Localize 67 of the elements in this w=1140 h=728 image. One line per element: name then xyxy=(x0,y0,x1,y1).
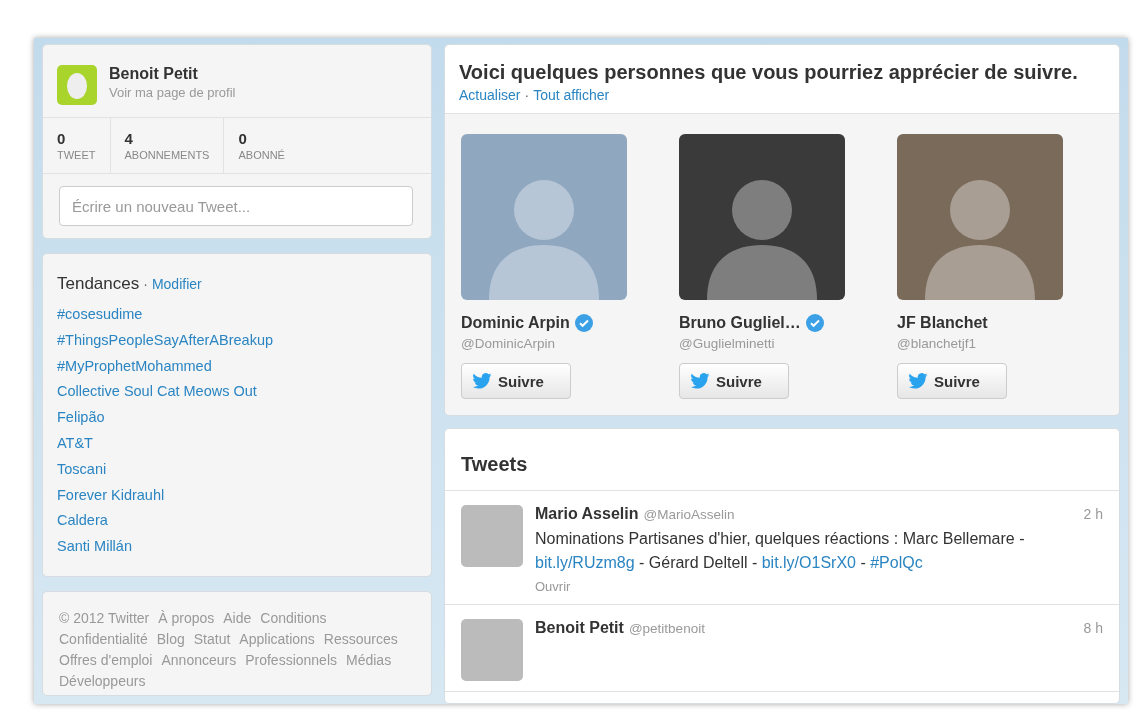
stat-value: 4 xyxy=(124,130,134,147)
stat-label: TWEET xyxy=(57,149,96,161)
suggestions-title: Voici quelques personnes que vous pourriez apprécier de suivre. xyxy=(459,60,1079,85)
compose-field[interactable]: Écrire un nouveau Tweet... xyxy=(59,186,413,226)
follow-button[interactable]: Suivre xyxy=(679,363,789,399)
tweet-time: 2 h xyxy=(1083,506,1103,522)
stat-label: ABONNÉ xyxy=(238,149,285,161)
tweet-handle: @petitbenoit xyxy=(628,621,705,636)
tweets-title: Tweets xyxy=(445,429,1119,491)
trend-link[interactable]: #cosesudime xyxy=(57,302,417,328)
footer-link[interactable]: Développeurs xyxy=(59,672,146,689)
trend-link[interactable]: Felipão xyxy=(57,405,417,431)
trends-title: Tendances xyxy=(57,274,140,294)
footer-link[interactable]: Médias xyxy=(346,651,392,668)
trend-link[interactable]: Forever Kidrauhl xyxy=(57,482,417,509)
tweet-link[interactable]: bit.ly/O1SrX0 xyxy=(761,554,856,571)
avatar-placeholder xyxy=(461,505,523,567)
tweet-link[interactable]: bit.ly/RUzm8g xyxy=(535,554,635,571)
refresh-link[interactable]: Actualiser xyxy=(459,87,521,103)
tweet-time: 8 h xyxy=(1083,620,1103,636)
tweet-author[interactable]: Mario Asselin xyxy=(535,505,639,523)
tweet-author[interactable]: Benoit Petit xyxy=(535,619,624,637)
edit-link[interactable]: Modifier xyxy=(151,276,202,292)
person-handle: @DominicArpin xyxy=(461,336,556,351)
stat-value: 0 xyxy=(238,130,248,147)
footer-link[interactable]: Annonceurs xyxy=(161,651,237,668)
stat-label: ABONNEMENTS xyxy=(124,149,210,161)
show-all-link[interactable]: Tout afficher xyxy=(533,87,610,103)
trend-link[interactable]: Santi Millán xyxy=(57,534,417,560)
footer-link[interactable]: Confidentialité xyxy=(59,630,148,647)
profile-link[interactable]: Voir ma page de profil xyxy=(109,85,236,100)
person-handle: @Guglielminetti xyxy=(679,336,776,351)
trend-link[interactable]: #MyProphetMohammed xyxy=(57,353,417,380)
footer-link[interactable]: Professionnels xyxy=(245,651,337,668)
follow-button[interactable]: Suivre xyxy=(461,363,571,399)
trend-link[interactable]: Caldera xyxy=(57,508,417,535)
footer-link[interactable]: Offres d'emploi xyxy=(59,651,153,668)
person-name[interactable]: JF Blanchet xyxy=(897,314,988,332)
trend-link[interactable]: Collective Soul Cat Meows Out xyxy=(57,379,417,406)
person-name[interactable]: Bruno Gugliel… xyxy=(679,314,801,332)
footer-link[interactable]: Blog xyxy=(156,630,185,647)
footer-link[interactable]: Conditions xyxy=(260,609,327,626)
bird-icon xyxy=(908,373,928,389)
follow-button[interactable]: Suivre xyxy=(897,363,1007,399)
footer-link[interactable]: À propos xyxy=(158,609,215,626)
tweet-link[interactable]: #PolQc xyxy=(870,554,923,571)
trend-link[interactable]: AT&T xyxy=(57,431,417,457)
trend-link[interactable]: #ThingsPeopleSayAfterABreakup xyxy=(57,327,417,354)
tweet-handle: @MarioAsselin xyxy=(643,507,735,522)
footer-link[interactable]: © 2012 Twitter xyxy=(59,609,150,626)
footer-link[interactable]: Ressources xyxy=(323,630,398,647)
person-name[interactable]: Dominic Arpin xyxy=(461,314,570,332)
separator: · xyxy=(143,276,148,292)
avatar-egg-icon xyxy=(57,65,97,105)
footer-link[interactable]: Aide xyxy=(223,609,252,626)
stat-value: 0 xyxy=(57,130,67,147)
footer-link[interactable]: Applications xyxy=(239,630,315,647)
profile-name: Benoit Petit xyxy=(109,65,199,83)
avatar-placeholder xyxy=(461,619,523,681)
separator: · xyxy=(524,87,530,103)
tweet-text: Nominations Partisanes d'hier, quelques réactions : Marc Bellemare - bit.ly/RUzm8g - Gérard Deltell - bit.ly/O1SrX0 - #PolQc xyxy=(535,529,1026,573)
trend-link[interactable]: Toscani xyxy=(57,456,417,483)
bird-icon xyxy=(690,373,710,389)
person-handle: @blanchetjf1 xyxy=(897,336,977,351)
bird-icon xyxy=(472,373,492,389)
open-link[interactable]: Ouvrir xyxy=(535,579,1103,594)
footer-link[interactable]: Statut xyxy=(193,630,231,647)
